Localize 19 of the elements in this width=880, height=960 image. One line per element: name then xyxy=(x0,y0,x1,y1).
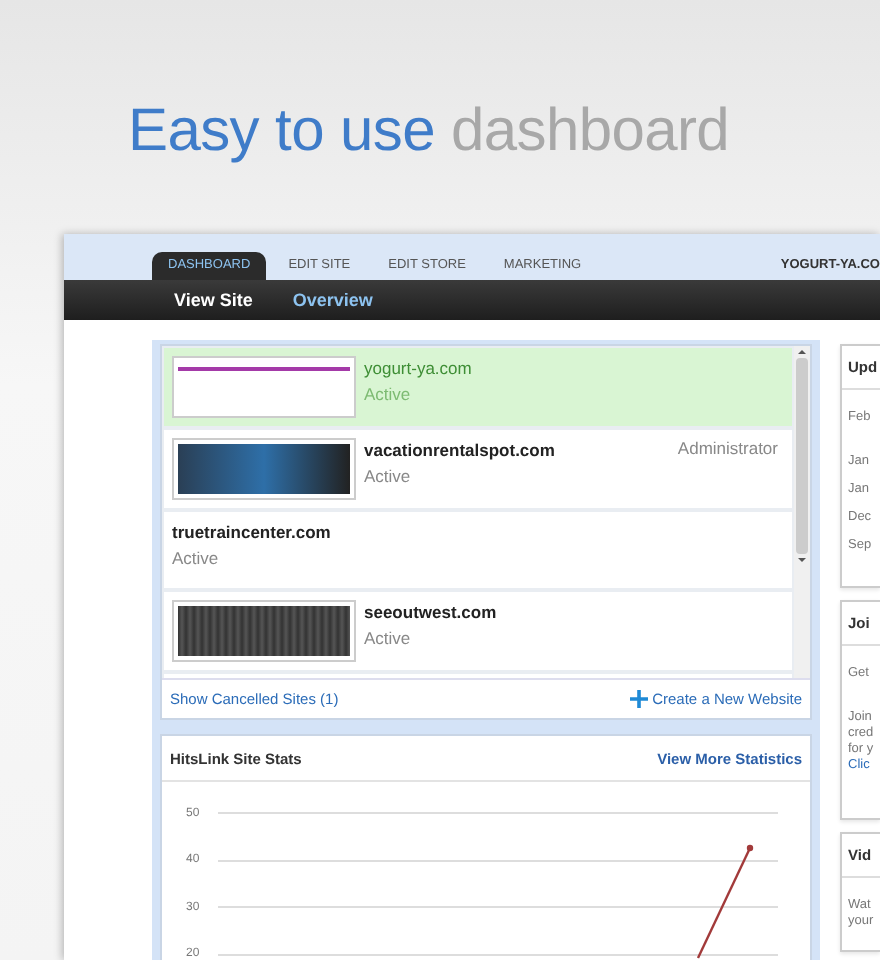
chart-line xyxy=(694,842,754,960)
site-name: yogurt-ya.com xyxy=(364,358,474,380)
site-status: Active xyxy=(364,628,413,650)
site-row[interactable]: vacationrentalspot.com Active Administrator xyxy=(164,430,792,508)
headline: Easy to use dashboard xyxy=(128,96,732,168)
plus-icon xyxy=(630,690,649,708)
site-name: seeoutwest.com xyxy=(364,602,499,624)
sub-nav-tab[interactable]: View Site xyxy=(174,290,253,310)
site-name: vacationrentalspot.com xyxy=(364,440,557,462)
site-name: truetraincenter.com xyxy=(172,522,333,544)
scrollbar[interactable] xyxy=(794,346,810,678)
site-row[interactable]: truetraincenter.com Active xyxy=(164,512,792,588)
site-status: Active xyxy=(364,466,413,488)
site-status: Active xyxy=(172,548,221,570)
site-row[interactable]: yogurt-ya.com Active xyxy=(164,348,792,426)
site-row[interactable]: seeoutwest.com Active xyxy=(164,592,792,670)
site-role: Administrator xyxy=(677,438,780,458)
sub-nav-tab[interactable]: Overview xyxy=(292,290,373,310)
site-status: Active xyxy=(364,384,413,406)
